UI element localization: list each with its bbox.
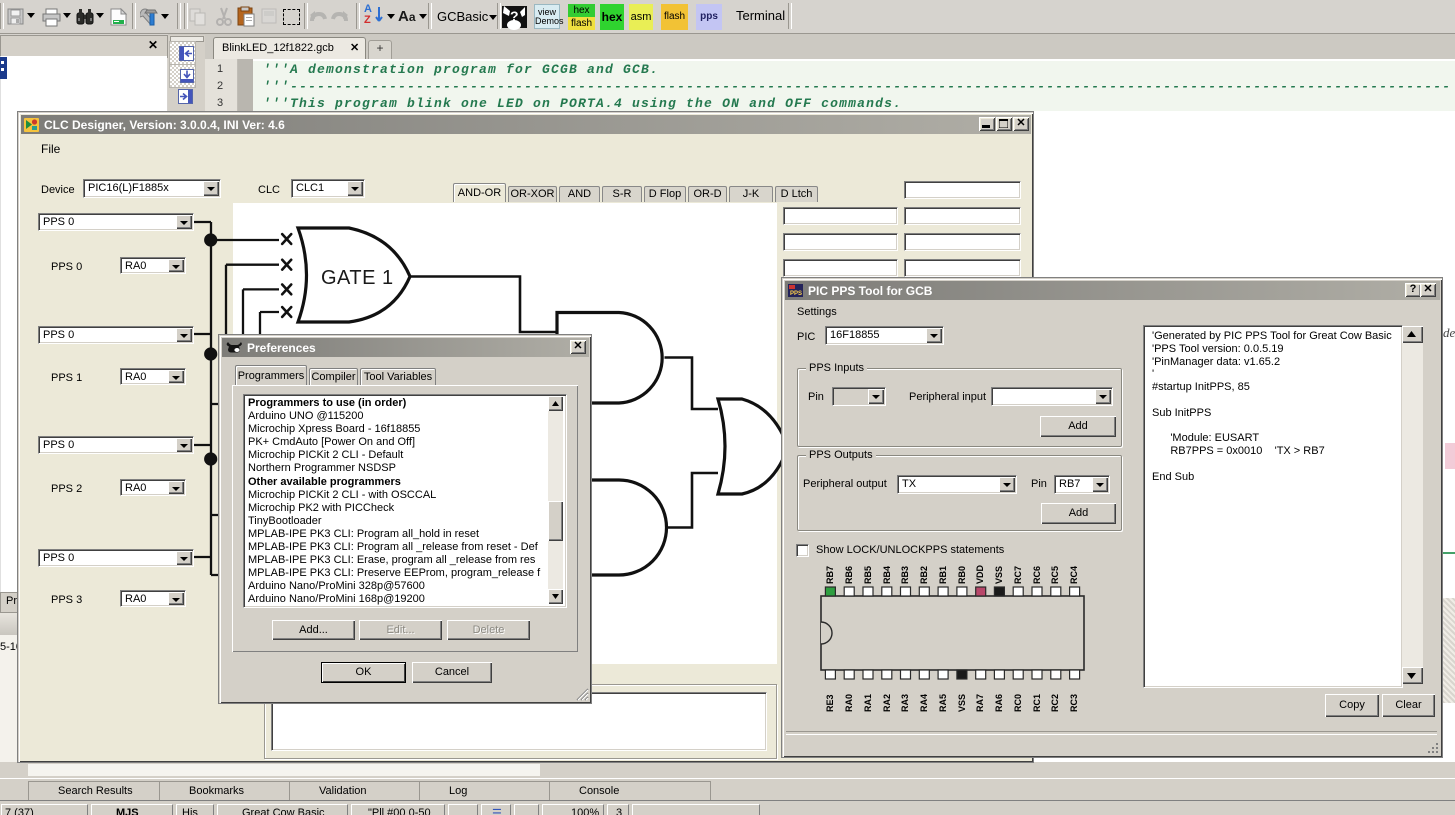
svg-text:RA7: RA7 [975, 694, 985, 712]
svg-text:RC5: RC5 [1050, 566, 1060, 584]
svg-text:RA0: RA0 [844, 694, 854, 712]
svg-text:RB0: RB0 [957, 566, 967, 584]
svg-text:GATE 1: GATE 1 [321, 267, 394, 289]
svg-text:RB4: RB4 [882, 566, 892, 584]
svg-text:RB7: RB7 [825, 566, 835, 584]
svg-text:RA5: RA5 [938, 694, 948, 712]
svg-text:PPS: PPS [790, 291, 802, 297]
svg-text:RA3: RA3 [900, 694, 910, 712]
svg-text:RA4: RA4 [919, 694, 929, 712]
svg-text:?: ? [510, 8, 519, 24]
svg-text:RA2: RA2 [882, 694, 892, 712]
svg-text:RC3: RC3 [1069, 694, 1079, 712]
svg-text:RE3: RE3 [825, 694, 835, 712]
svg-text:RB2: RB2 [919, 566, 929, 584]
svg-text:RB6: RB6 [844, 566, 854, 584]
svg-text:RB5: RB5 [863, 566, 873, 584]
svg-text:RC2: RC2 [1050, 694, 1060, 712]
svg-text:VSS: VSS [994, 566, 1004, 584]
svg-text:RB1: RB1 [938, 566, 948, 584]
svg-text:VSS: VSS [957, 694, 967, 712]
svg-text:RC1: RC1 [1032, 694, 1042, 712]
svg-text:RB3: RB3 [900, 566, 910, 584]
svg-text:RC7: RC7 [1013, 566, 1023, 584]
svg-text:VDD: VDD [975, 564, 985, 584]
svg-text:RA1: RA1 [863, 694, 873, 712]
svg-text:RA6: RA6 [994, 694, 1004, 712]
svg-text:RC6: RC6 [1032, 566, 1042, 584]
svg-text:RC4: RC4 [1069, 566, 1079, 584]
svg-text:RC0: RC0 [1013, 694, 1023, 712]
